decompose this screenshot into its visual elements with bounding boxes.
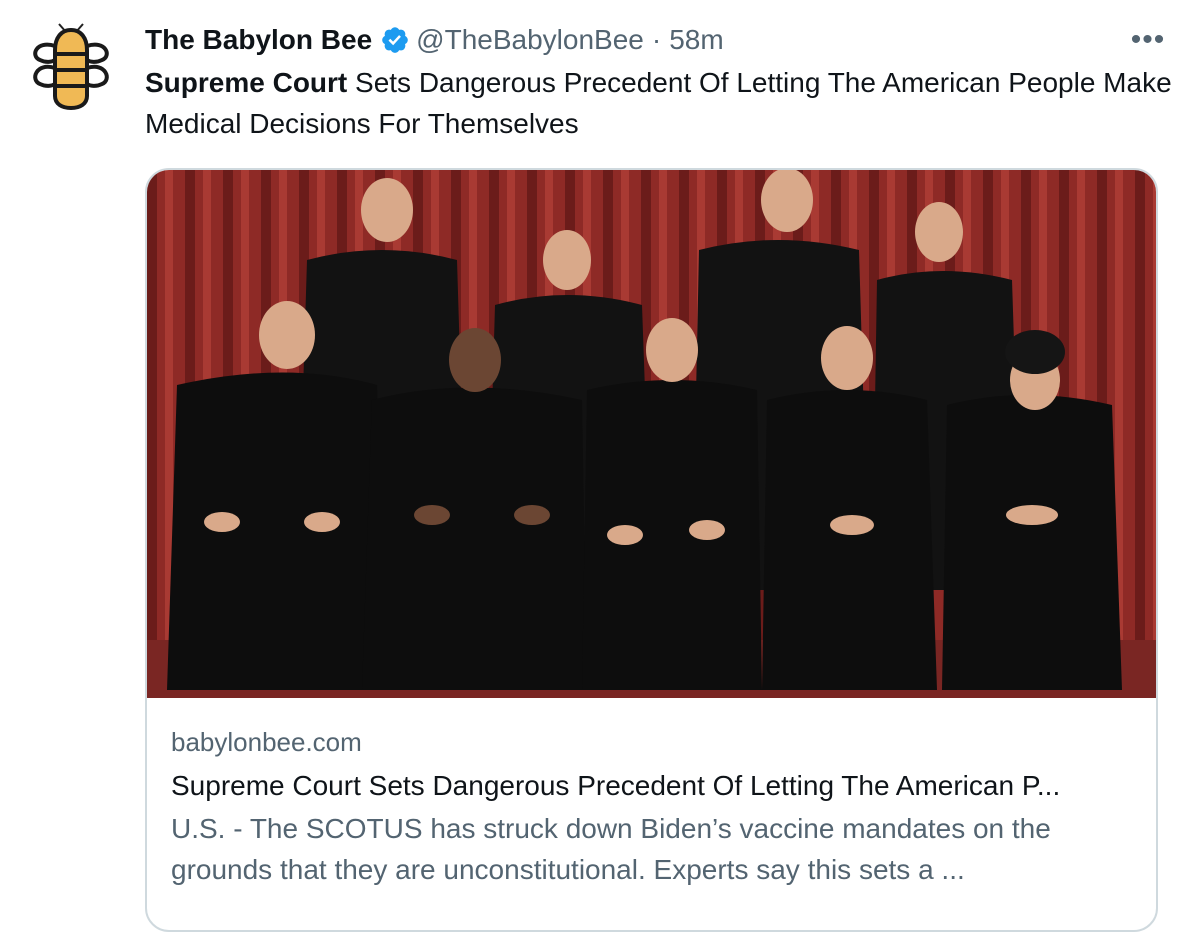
author-handle[interactable]: @TheBabylonBee bbox=[416, 24, 644, 56]
link-card[interactable]: babylonbee.com Supreme Court Sets Danger… bbox=[145, 168, 1158, 932]
author-name[interactable]: The Babylon Bee bbox=[145, 24, 372, 56]
card-domain: babylonbee.com bbox=[171, 727, 362, 757]
tweet-header: The Babylon Bee @TheBabylonBee · 58m bbox=[145, 20, 1168, 60]
tweet-text: Supreme Court Sets Dangerous Precedent O… bbox=[145, 62, 1175, 144]
verified-badge-icon bbox=[382, 27, 408, 53]
separator-dot: · bbox=[651, 24, 662, 55]
card-image bbox=[147, 170, 1156, 698]
card-title: Supreme Court Sets Dangerous Precedent O… bbox=[171, 770, 1061, 801]
card-description: U.S. - The SCOTUS has struck down Biden’… bbox=[171, 813, 1051, 885]
timestamp[interactable]: 58m bbox=[669, 24, 723, 56]
babylon-bee-logo-icon[interactable] bbox=[26, 22, 116, 112]
tweet-bold-lead: Supreme Court bbox=[145, 67, 348, 98]
more-options-icon[interactable]: ••• bbox=[1128, 20, 1168, 60]
